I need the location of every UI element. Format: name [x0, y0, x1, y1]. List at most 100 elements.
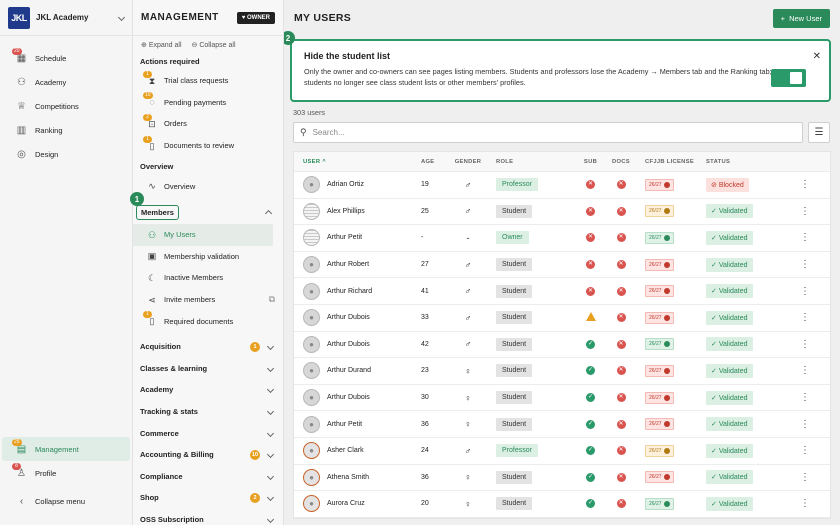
user-cell[interactable]: ● Arthur Robert [294, 256, 414, 274]
user-cell[interactable]: ● Adrian Ortiz [294, 176, 414, 194]
group-compliance[interactable]: Compliance [133, 466, 283, 488]
group-shop[interactable]: Shop 2 [133, 487, 283, 509]
table-row[interactable]: ● Arthur Dubois 30 ♀ Student ✓ ✕ 26/27 ✓ Validat… [294, 385, 830, 412]
more-options-icon[interactable]: ⋮ [795, 312, 815, 323]
menu-item-invite-members[interactable]: ⋖ Invite members ⧉ [133, 289, 283, 311]
group-accounting-billing[interactable]: Accounting & Billing 10 [133, 444, 283, 466]
new-user-button[interactable]: + New User [772, 8, 830, 28]
nav-item-academy[interactable]: ⚇ Academy [2, 70, 130, 94]
more-options-icon[interactable]: ⋮ [795, 472, 815, 483]
more-options-icon[interactable]: ⋮ [795, 339, 815, 350]
menu-item-orders[interactable]: ⊡ 2 Orders [133, 113, 283, 135]
group-tracking-stats[interactable]: Tracking & stats [133, 401, 283, 423]
user-cell[interactable]: ● Arthur Dubois [294, 309, 414, 327]
license-cell: 26/27 [636, 231, 703, 244]
x-icon: ✕ [616, 313, 626, 323]
menu-item-trial-class-requests[interactable]: ⧗ 1 Trial class requests [133, 70, 283, 92]
column-role[interactable]: ROLE [487, 159, 575, 165]
nav-item-schedule[interactable]: ▦ 20 Schedule [2, 46, 130, 70]
check-circle-icon: ✓ [711, 421, 717, 429]
menu-badge: 10 [143, 92, 153, 100]
group-classes-learning[interactable]: Classes & learning [133, 358, 283, 380]
column-license[interactable]: CFJJB LICENSE [636, 159, 703, 165]
section-members[interactable]: Members [133, 197, 283, 224]
table-row[interactable]: ● Aurora Cruz 20 ♀ Student ✓ ✕ 26/27 ✓ Validated… [294, 491, 830, 518]
table-row[interactable]: ● Arthur Robert 27 ♂ Student ✕ ✕ 26/27 ✓ Validat… [294, 252, 830, 279]
column-sub[interactable]: SUB [575, 159, 606, 165]
user-name: Asher Clark [327, 447, 364, 455]
user-cell[interactable]: ● Asher Clark [294, 442, 414, 460]
more-options-icon[interactable]: ⋮ [795, 392, 815, 403]
menu-item-inactive-members[interactable]: ☾ Inactive Members [133, 267, 283, 289]
group-acquisition[interactable]: Acquisition 1 [133, 336, 283, 358]
license-badge: 26/27 [645, 364, 674, 377]
table-row[interactable]: ● Asher Clark 24 ♂ Professor ✓ ✕ 26/27 ✓ Validat… [294, 438, 830, 465]
table-row[interactable]: ● Athena Smith 36 ♀ Student ✓ ✕ 26/27 ✓ Validate… [294, 465, 830, 492]
table-row[interactable]: Arthur Petit - - Owner ✕ ✕ 26/27 ✓ Validated ⋮ [294, 225, 830, 252]
status-badge: ✓ Validated [706, 230, 753, 245]
menu-item-my-users[interactable]: ⚇ My Users [133, 223, 273, 246]
table-row[interactable]: Alex Phillips 25 ♂ Student ✕ ✕ 26/27 ✓ Validate… [294, 199, 830, 226]
more-options-icon[interactable]: ⋮ [795, 365, 815, 376]
group-oss-subscription[interactable]: OSS Subscription [133, 509, 283, 525]
filter-button[interactable]: ☰ [808, 122, 830, 143]
menu-badge: 2 [143, 113, 152, 121]
license-badge: 26/27 [645, 471, 674, 484]
nav-item-profile[interactable]: ♙ 8 Profile [2, 461, 130, 485]
more-options-icon[interactable]: ⋮ [795, 498, 815, 509]
column-status[interactable]: STATUS [703, 159, 795, 165]
license-cell: 26/27 [636, 285, 703, 298]
status-badge: ✓ Validated [706, 443, 753, 458]
group-academy[interactable]: Academy [133, 379, 283, 401]
menu-badge: 1 [143, 311, 152, 319]
collapse-menu-button[interactable]: ‹ Collapse menu [2, 489, 130, 513]
user-cell[interactable]: ● Athena Smith [294, 468, 414, 486]
column-user[interactable]: USER ^ [294, 159, 414, 165]
hide-student-list-toggle[interactable] [771, 69, 806, 87]
copy-icon[interactable]: ⧉ [269, 294, 275, 305]
table-row[interactable]: ● Arthur Dubois 42 ♂ Student ✓ ✕ 26/27 ✓ Validat… [294, 332, 830, 359]
user-cell[interactable]: ● Arthur Petit [294, 415, 414, 433]
menu-item-overview[interactable]: ∿ Overview [133, 175, 283, 197]
more-options-icon[interactable]: ⋮ [795, 286, 815, 297]
search-input[interactable]: Search... [313, 128, 345, 137]
more-options-icon[interactable]: ⋮ [795, 206, 815, 217]
user-cell[interactable]: Alex Phillips [294, 202, 414, 220]
group-commerce[interactable]: Commerce [133, 422, 283, 444]
table-row[interactable]: ● Adrian Ortiz 19 ♂ Professor ✕ ✕ 26/27 ⊘ Blocke… [294, 172, 830, 199]
table-row[interactable]: ● Arthur Durand 23 ♀ Student ✓ ✕ 26/27 ✓ Validat… [294, 358, 830, 385]
account-switcher[interactable]: JKL JKL Academy [0, 0, 132, 36]
column-age[interactable]: AGE [414, 159, 449, 165]
nav-item-management[interactable]: ▤ 25 Management [2, 437, 130, 461]
menu-item-documents-to-review[interactable]: ▯ 1 Documents to review [133, 135, 283, 157]
table-row[interactable]: ● Arthur Dubois 33 ♂ Student ✕ 26/27 ✓ Validate… [294, 305, 830, 332]
search-box[interactable]: ⚲ Search... [293, 122, 803, 143]
user-cell[interactable]: ● Arthur Richard [294, 282, 414, 300]
more-options-icon[interactable]: ⋮ [795, 445, 815, 456]
menu-item-required-documents[interactable]: ▯ 1 Required documents [133, 310, 283, 332]
table-row[interactable]: ● Arthur Richard 41 ♂ Student ✕ ✕ 26/27 ✓ Valida… [294, 278, 830, 305]
x-icon: ✕ [586, 286, 595, 296]
menu-item-pending-payments[interactable]: ◌ 10 Pending payments [133, 92, 283, 114]
more-options-icon[interactable]: ⋮ [795, 259, 815, 270]
gender-icon: ♂ [464, 445, 472, 456]
close-icon[interactable]: ✕ [813, 51, 821, 62]
management-panel: MANAGEMENT ♥ OWNER ⊕ Expand all ⊖ Collap… [133, 0, 284, 525]
column-gender[interactable]: GENDER [449, 159, 487, 165]
nav-item-competitions[interactable]: ♕ Competitions [2, 94, 130, 118]
more-options-icon[interactable]: ⋮ [795, 232, 815, 243]
user-cell[interactable]: ● Aurora Cruz [294, 495, 414, 513]
nav-item-ranking[interactable]: ▥ Ranking [2, 118, 130, 142]
menu-item-membership-validation[interactable]: ▣ Membership validation [133, 246, 283, 268]
more-options-icon[interactable]: ⋮ [795, 419, 815, 430]
user-cell[interactable]: ● Arthur Dubois [294, 335, 414, 353]
collapse-all-button[interactable]: ⊖ Collapse all [192, 41, 236, 49]
expand-all-button[interactable]: ⊕ Expand all [141, 41, 182, 49]
more-options-icon[interactable]: ⋮ [795, 179, 815, 190]
user-cell[interactable]: Arthur Petit [294, 229, 414, 247]
nav-item-design[interactable]: ◎ Design [2, 142, 130, 166]
user-cell[interactable]: ● Arthur Durand [294, 362, 414, 380]
user-cell[interactable]: ● Arthur Dubois [294, 389, 414, 407]
column-docs[interactable]: DOCS [606, 159, 636, 165]
table-row[interactable]: ● Arthur Petit 36 ♀ Student ✓ ✕ 26/27 ✓ Validate… [294, 411, 830, 438]
